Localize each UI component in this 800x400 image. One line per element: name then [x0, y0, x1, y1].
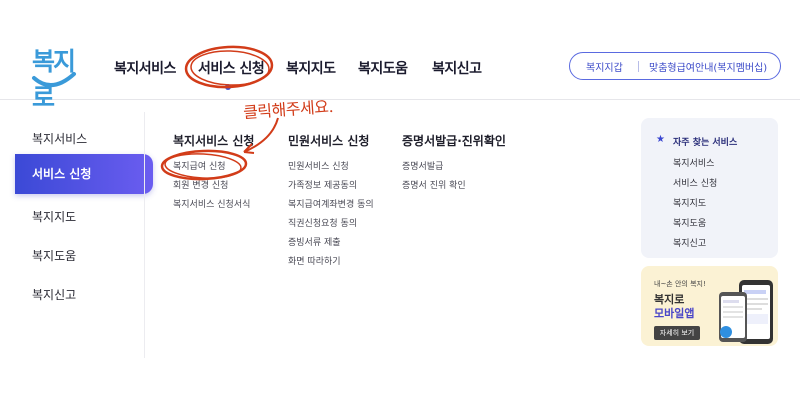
gnb-item-welfare-map[interactable]: 복지지도 — [286, 58, 336, 78]
star-icon: ★ — [656, 134, 665, 145]
util-pill: 복지지갑 맞춤형급여안내(복지멤버십) — [569, 52, 781, 80]
app-detail-button[interactable]: 자세히 보기 — [654, 326, 700, 340]
sidebar-item-service-apply[interactable]: 서비스 신청 — [15, 154, 153, 194]
gnb-item-welfare-service[interactable]: 복지서비스 — [114, 58, 176, 78]
link-civil-apply[interactable]: 민원서비스 신청 — [288, 159, 349, 172]
app-banner-tagline: 내~손 안의 복지! — [654, 280, 706, 288]
link-certificate-issue[interactable]: 증명서발급 — [402, 159, 443, 172]
link-screen-guide[interactable]: 화면 따라하기 — [288, 254, 341, 267]
active-indicator-dot — [225, 84, 231, 90]
sidebar-item-welfare-report[interactable]: 복지신고 — [32, 286, 76, 303]
gnb-item-welfare-report[interactable]: 복지신고 — [432, 58, 482, 78]
favorite-services-title: 자주 찾는 서비스 — [673, 138, 738, 148]
fav-link-welfare-help[interactable]: 복지도움 — [673, 216, 706, 229]
link-document-submit[interactable]: 증빙서류 제출 — [288, 235, 341, 248]
sidebar-item-welfare-service[interactable]: 복지서비스 — [32, 130, 87, 147]
sidebar-item-welfare-map[interactable]: 복지지도 — [32, 208, 76, 225]
link-member-change-apply[interactable]: 회원 변경 신청 — [173, 178, 228, 191]
favorite-services-panel: ★ 자주 찾는 서비스 복지서비스 서비스 신청 복지지도 복지도움 복지신고 — [641, 118, 778, 258]
column-title-certificate: 증명서발급·진위확인 — [402, 134, 506, 148]
header: 복지로 복지서비스 서비스 신청 복지지도 복지도움 복지신고 복지지갑 맞춤형… — [0, 0, 800, 112]
app-banner-subtitle: 모바일앱 — [654, 307, 695, 320]
mobile-app-banner[interactable]: 내~손 안의 복지! 복지로 모바일앱 자세히 보기 — [641, 266, 778, 346]
fav-link-service-apply[interactable]: 서비스 신청 — [673, 176, 717, 189]
column-title-welfare-apply: 복지서비스 신청 — [173, 134, 255, 148]
sidebar-item-welfare-help[interactable]: 복지도움 — [32, 247, 76, 264]
phone-mockup-icon — [719, 280, 773, 344]
membership-link[interactable]: 맞춤형급여안내(복지멤버십) — [639, 59, 767, 74]
divider — [144, 112, 145, 358]
link-family-info-consent[interactable]: 가족정보 제공동의 — [288, 178, 357, 191]
annotation-text: 클릭해주세요. — [242, 96, 334, 123]
logo[interactable]: 복지로 — [30, 42, 90, 112]
link-welfare-benefit-apply[interactable]: 복지급여 신청 — [173, 159, 226, 172]
link-ex-officio-consent[interactable]: 직권신청요청 동의 — [288, 216, 357, 229]
link-service-forms[interactable]: 복지서비스 신청서식 — [173, 197, 250, 210]
fav-link-welfare-service[interactable]: 복지서비스 — [673, 156, 714, 169]
logo-smile-icon — [32, 72, 76, 87]
welfare-wallet-link[interactable]: 복지지갑 — [570, 59, 638, 74]
column-title-civil-apply: 민원서비스 신청 — [288, 134, 370, 148]
link-account-change-consent[interactable]: 복지급여계좌변경 동의 — [288, 197, 374, 210]
gnb-item-service-apply[interactable]: 서비스 신청 — [198, 58, 265, 78]
fav-link-welfare-report[interactable]: 복지신고 — [673, 236, 706, 249]
fav-link-welfare-map[interactable]: 복지지도 — [673, 196, 706, 209]
gnb-item-welfare-help[interactable]: 복지도움 — [358, 58, 408, 78]
link-certificate-verify[interactable]: 증명서 진위 확인 — [402, 178, 466, 191]
